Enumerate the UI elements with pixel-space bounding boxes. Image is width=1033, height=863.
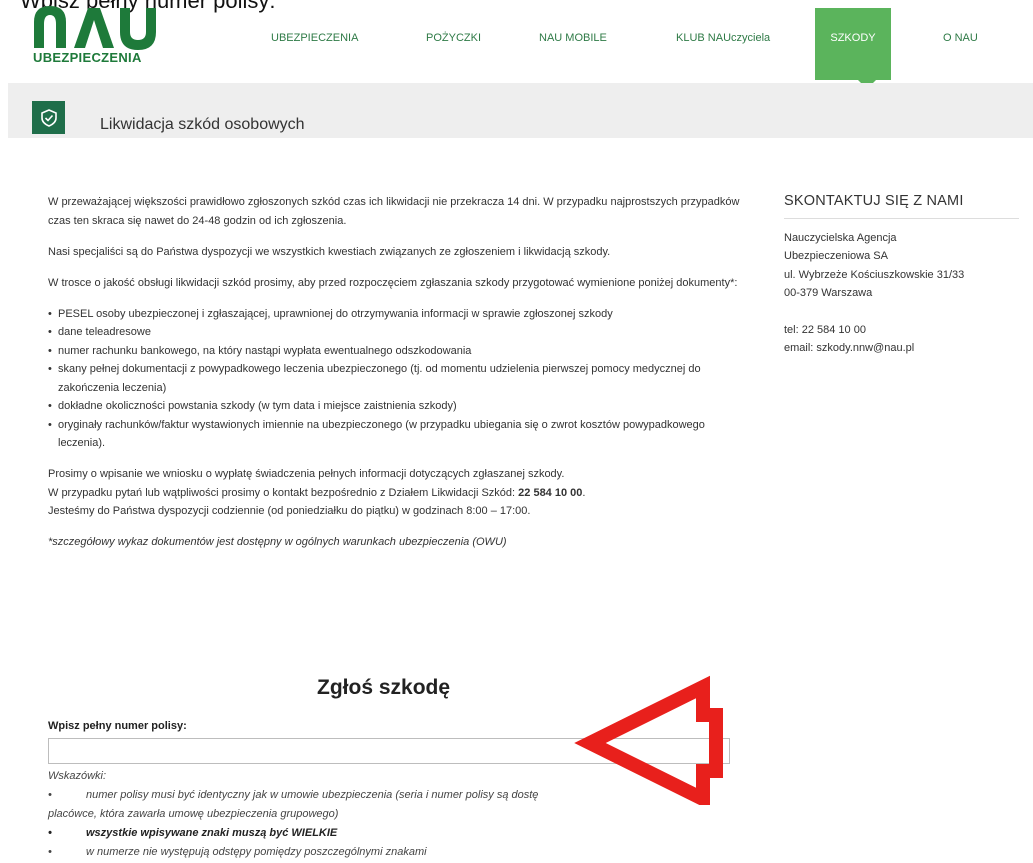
sidebar-heading: SKONTAKTUJ SIĘ Z NAMI <box>784 192 1019 219</box>
contact-paragraph: Prosimy o wpisanie we wniosku o wypłatę … <box>48 465 753 521</box>
page-title: Likwidacja szkód osobowych <box>100 116 305 133</box>
form-title: Zgłoś szkodę <box>317 676 451 699</box>
contact-hours: Jesteśmy do Państwa dyspozycji codzienni… <box>48 505 531 517</box>
contact-sidebar: SKONTAKTUJ SIĘ Z NAMI Nauczycielska Agen… <box>784 192 1019 358</box>
claims-phone[interactable]: 22 584 10 00 <box>518 487 582 499</box>
contact-line-2: W przypadku pytań lub wątpliwości prosim… <box>48 486 519 499</box>
address-line: 00-379 Warszawa <box>784 287 873 299</box>
policy-number-label: Wpisz pełny numer polisy: <box>48 720 187 732</box>
address-line: Nauczycielska Agencja <box>784 231 897 244</box>
hint-item-continued: placówce, która zawarła umowę ubezpiecze… <box>48 808 339 820</box>
documents-list: PESEL osoby ubezpieczonej i zgłaszającej… <box>48 305 753 453</box>
contact-line-2-end: . <box>582 486 586 499</box>
nav-item-szkody[interactable]: SZKODY <box>815 8 891 80</box>
list-item: PESEL osoby ubezpieczonej i zgłaszającej… <box>48 305 753 324</box>
main-nav: UBEZPIECZENIA POŻYCZKI NAU MOBILE KLUB N… <box>0 0 1033 80</box>
contact-email[interactable]: email: szkody.nnw@nau.pl <box>784 339 1019 358</box>
hint-item: wszystkie wpisywane znaki muszą być WIEL… <box>86 827 338 839</box>
nav-item-pozyczki[interactable]: POŻYCZKI <box>426 32 481 44</box>
hint-item: w numerze nie występują odstępy pomiędzy… <box>86 846 427 858</box>
list-item: skany pełnej dokumentacji z powypadkoweg… <box>48 360 753 397</box>
red-arrow-annotation <box>574 675 723 805</box>
nav-item-klub-nauczyciela[interactable]: KLUB NAUczyciela <box>676 32 770 44</box>
owu-note: *szczegółowy wykaz dokumentów jest dostę… <box>48 536 507 548</box>
documents-intro: W trosce o jakość obsługi likwidacji szk… <box>48 276 738 289</box>
nav-item-o-nau[interactable]: O NAU <box>943 32 978 44</box>
list-item: numer rachunku bankowego, na który nastą… <box>48 342 753 361</box>
contact-line-1: Prosimy o wpisanie we wniosku o wypłatę … <box>48 468 565 480</box>
address-line: Ubezpieczeniowa SA <box>784 250 888 262</box>
nav-item-ubezpieczenia[interactable]: UBEZPIECZENIA <box>271 32 358 44</box>
nav-item-nau-mobile[interactable]: NAU MOBILE <box>539 32 607 44</box>
list-item: dokładne okoliczności powstania szkody (… <box>48 397 753 416</box>
specialists-paragraph: Nasi specjaliści są do Państwa dyspozycj… <box>48 245 611 258</box>
shield-check-icon <box>32 101 65 134</box>
hint-item: numer polisy musi być identyczny jak w u… <box>86 789 539 801</box>
list-item: oryginały rachunków/faktur wystawionych … <box>48 416 753 453</box>
contact-phone[interactable]: tel: 22 584 10 00 <box>784 321 1019 340</box>
address-line: ul. Wybrzeże Kościuszkowskie 31/33 <box>784 268 965 281</box>
main-content: W przeważającej większości prawidłowo zg… <box>48 193 753 564</box>
list-item: dane teleadresowe <box>48 323 753 342</box>
intro-paragraph: W przeważającej większości prawidłowo zg… <box>48 196 740 227</box>
